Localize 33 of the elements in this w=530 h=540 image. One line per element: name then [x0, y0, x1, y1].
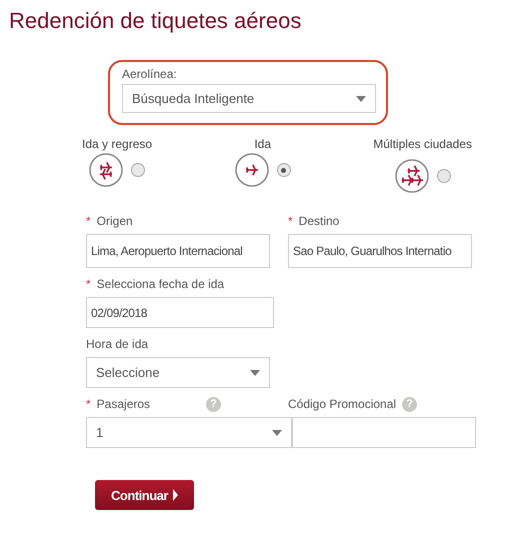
time-select[interactable]: Seleccione: [86, 357, 270, 388]
required-marker: *: [288, 214, 293, 228]
field-label: Selecciona fecha de ida: [96, 277, 224, 291]
required-marker: *: [86, 397, 91, 411]
field-label: Destino: [298, 214, 340, 228]
required-marker: *: [86, 214, 91, 228]
arrow-icon: [172, 489, 178, 501]
caret-icon: [250, 370, 260, 376]
plane-icon[interactable]: [234, 153, 269, 187]
origin-field[interactable]: Lima, Aeropuerto Internacional: [86, 234, 270, 268]
field-label: Origen: [96, 214, 133, 228]
promo-code-field[interactable]: [292, 417, 476, 448]
caret-icon: [356, 96, 366, 102]
required-marker: *: [86, 277, 91, 291]
continue-button[interactable]: Continuar: [95, 480, 194, 510]
trip-type-label: Múltiples ciudades: [373, 137, 472, 151]
caret-icon: [272, 430, 282, 436]
destination-field[interactable]: Sao Paulo, Guarulhos Internatio: [288, 234, 472, 268]
field-label: Código Promocional: [288, 397, 396, 411]
airline-select[interactable]: Búsqueda Inteligente: [122, 84, 376, 113]
trip-type-label: Ida y regreso: [82, 137, 152, 151]
passengers-select[interactable]: 1: [86, 417, 292, 448]
trip-type-label: Ida: [254, 137, 271, 151]
date-field[interactable]: 02/09/2018: [86, 297, 274, 328]
field-label: Hora de ida: [86, 337, 148, 351]
planes-icon[interactable]: [394, 159, 429, 193]
page-title: Redención de tiquetes aéreos: [8, 7, 302, 35]
field-label: Aerolínea:: [122, 67, 178, 81]
plane-icon[interactable]: [89, 153, 124, 187]
radio-button[interactable]: [276, 163, 291, 177]
radio-button[interactable]: [436, 169, 451, 183]
radio-button[interactable]: [131, 163, 146, 177]
field-label: Pasajeros: [96, 397, 150, 411]
